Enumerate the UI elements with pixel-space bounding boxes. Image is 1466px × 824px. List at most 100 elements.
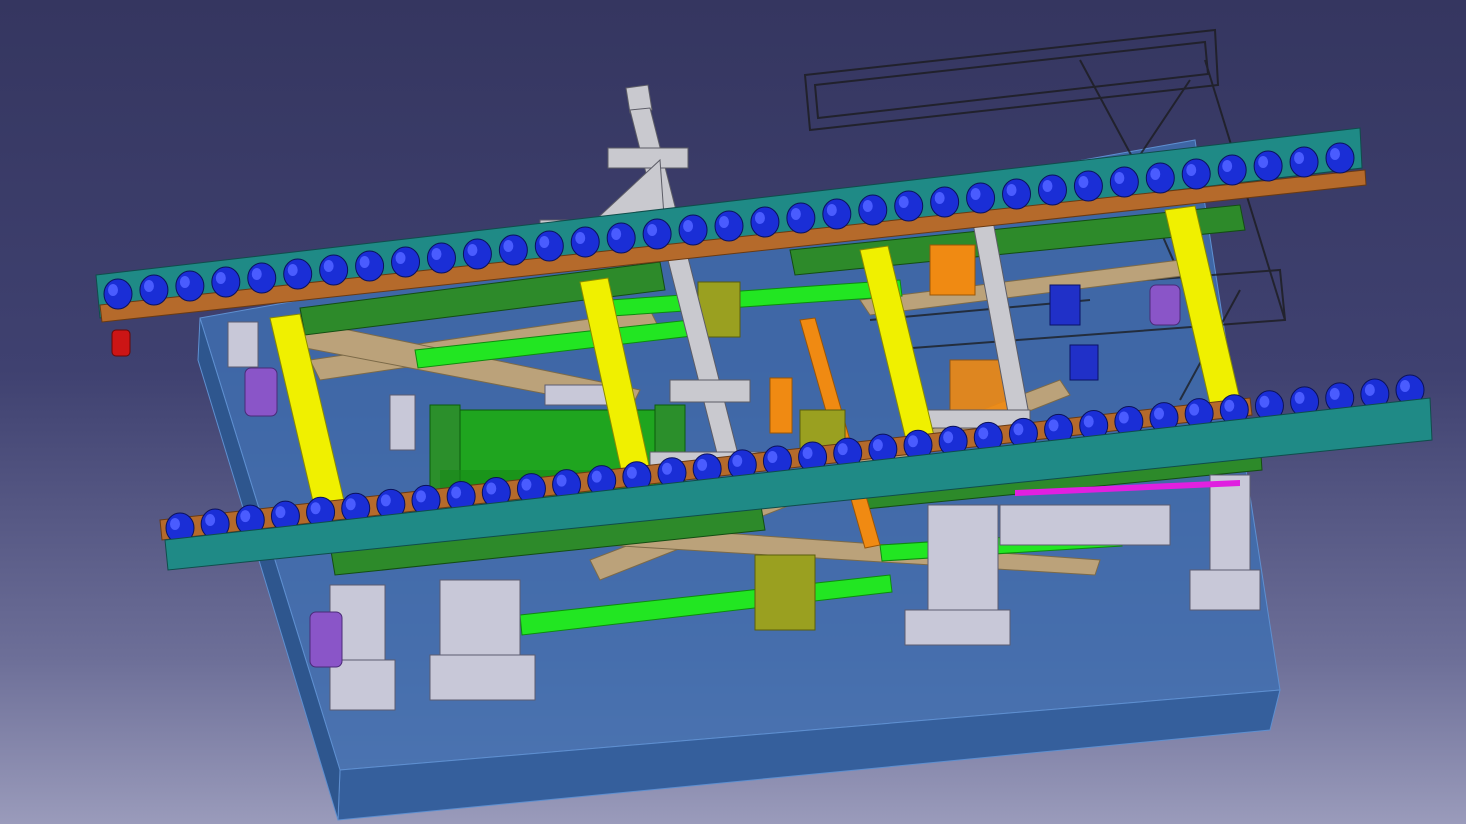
roller-icon <box>534 230 564 262</box>
roller-icon <box>930 186 960 218</box>
roller-cap <box>1083 415 1094 428</box>
roller-icon <box>175 270 205 302</box>
roller-cap <box>862 200 873 212</box>
roller-cap <box>790 208 801 220</box>
roller-cap <box>1006 184 1017 196</box>
roller-cap <box>719 216 729 228</box>
roller-cap <box>1259 395 1270 408</box>
roller-icon <box>103 278 133 310</box>
roller-cap <box>1189 403 1200 416</box>
roller-cap <box>611 228 622 240</box>
roller-icon <box>570 226 600 258</box>
roller-cap <box>934 192 945 204</box>
roller-cap <box>486 482 497 495</box>
roller-cap <box>503 240 514 252</box>
roller-cap <box>978 427 989 440</box>
roller-icon <box>750 206 780 238</box>
roller-icon <box>139 274 169 306</box>
roller-cap <box>1330 148 1340 160</box>
roller-icon <box>858 194 888 226</box>
roller-cap <box>1329 387 1340 400</box>
roller-cap <box>539 236 550 248</box>
roller-icon <box>1181 158 1211 190</box>
roller-cap <box>1224 399 1235 412</box>
roller-icon <box>678 214 708 246</box>
roller-icon <box>1145 162 1175 194</box>
roller-icon <box>462 238 492 270</box>
roller-cap <box>143 280 154 292</box>
roller-cap <box>240 510 251 523</box>
roller-cap <box>647 224 658 236</box>
roller-cap <box>1118 411 1129 424</box>
roller-cap <box>451 486 462 499</box>
roller-cap <box>1042 180 1053 192</box>
assembly-render[interactable] <box>0 0 1466 824</box>
roller-cap <box>108 284 118 296</box>
roller-icon <box>247 262 277 294</box>
roller-cap <box>431 248 442 260</box>
roller-cap <box>626 466 637 479</box>
roller-cap <box>345 498 356 511</box>
roller-icon <box>319 254 349 286</box>
roller-icon <box>966 182 996 214</box>
roller-cap <box>521 478 532 491</box>
roller-cap <box>1258 156 1269 168</box>
roller-cap <box>1222 160 1233 172</box>
roller-icon <box>714 210 744 242</box>
roller-cap <box>1114 172 1125 184</box>
roller-icon <box>498 234 528 266</box>
roller-icon <box>1073 170 1103 202</box>
roller-cap <box>251 268 262 280</box>
roller-cap <box>359 256 370 268</box>
roller-icon <box>894 190 924 222</box>
roller-icon <box>211 266 241 298</box>
roller-cap <box>1078 176 1089 188</box>
roller-cap <box>1294 152 1305 164</box>
roller-cap <box>662 462 672 475</box>
roller-cap <box>179 276 190 288</box>
roller-cap <box>310 502 321 515</box>
roller-cap <box>732 454 743 467</box>
roller-cap <box>591 470 602 483</box>
roller-cap <box>275 506 286 519</box>
roller-cap <box>802 447 813 460</box>
roller-cap <box>323 260 334 272</box>
roller-cap <box>754 212 765 224</box>
stop-red <box>111 329 131 357</box>
roller-icon <box>1217 154 1247 186</box>
cad-viewport[interactable] <box>0 0 1466 824</box>
roller-cap <box>898 196 909 208</box>
roller-cap <box>1400 380 1410 392</box>
roller-icon <box>391 246 421 278</box>
roller-cap <box>556 474 567 487</box>
roller-cap <box>416 490 426 503</box>
roller-cap <box>837 443 848 456</box>
roller-icon <box>1325 142 1355 174</box>
roller-cap <box>1294 391 1305 404</box>
roller-cap <box>170 518 180 530</box>
roller-cap <box>872 439 883 452</box>
roller-cap <box>1364 383 1375 396</box>
roller-cap <box>970 188 981 200</box>
roller-cap <box>287 264 298 276</box>
roller-cap <box>1013 423 1024 436</box>
roller-cap <box>205 514 216 527</box>
roller-icon <box>606 222 636 254</box>
roller-icon <box>1037 174 1067 206</box>
roller-icon <box>1109 166 1139 198</box>
roller-icon <box>426 242 456 274</box>
roller-icon <box>355 250 385 282</box>
roller-icon <box>822 198 852 230</box>
roller-cap <box>215 272 226 284</box>
roller-cap <box>943 431 954 444</box>
roller-cap <box>1186 164 1197 176</box>
roller-icon <box>642 218 672 250</box>
roller-cap <box>697 458 708 471</box>
roller-cap <box>767 450 778 463</box>
roller-cap <box>826 204 837 216</box>
roller-cap <box>683 220 694 232</box>
roller-cap <box>1154 407 1164 420</box>
roller-icon <box>1289 146 1319 178</box>
roller-cap <box>575 232 586 244</box>
roller-cap <box>1150 168 1161 180</box>
